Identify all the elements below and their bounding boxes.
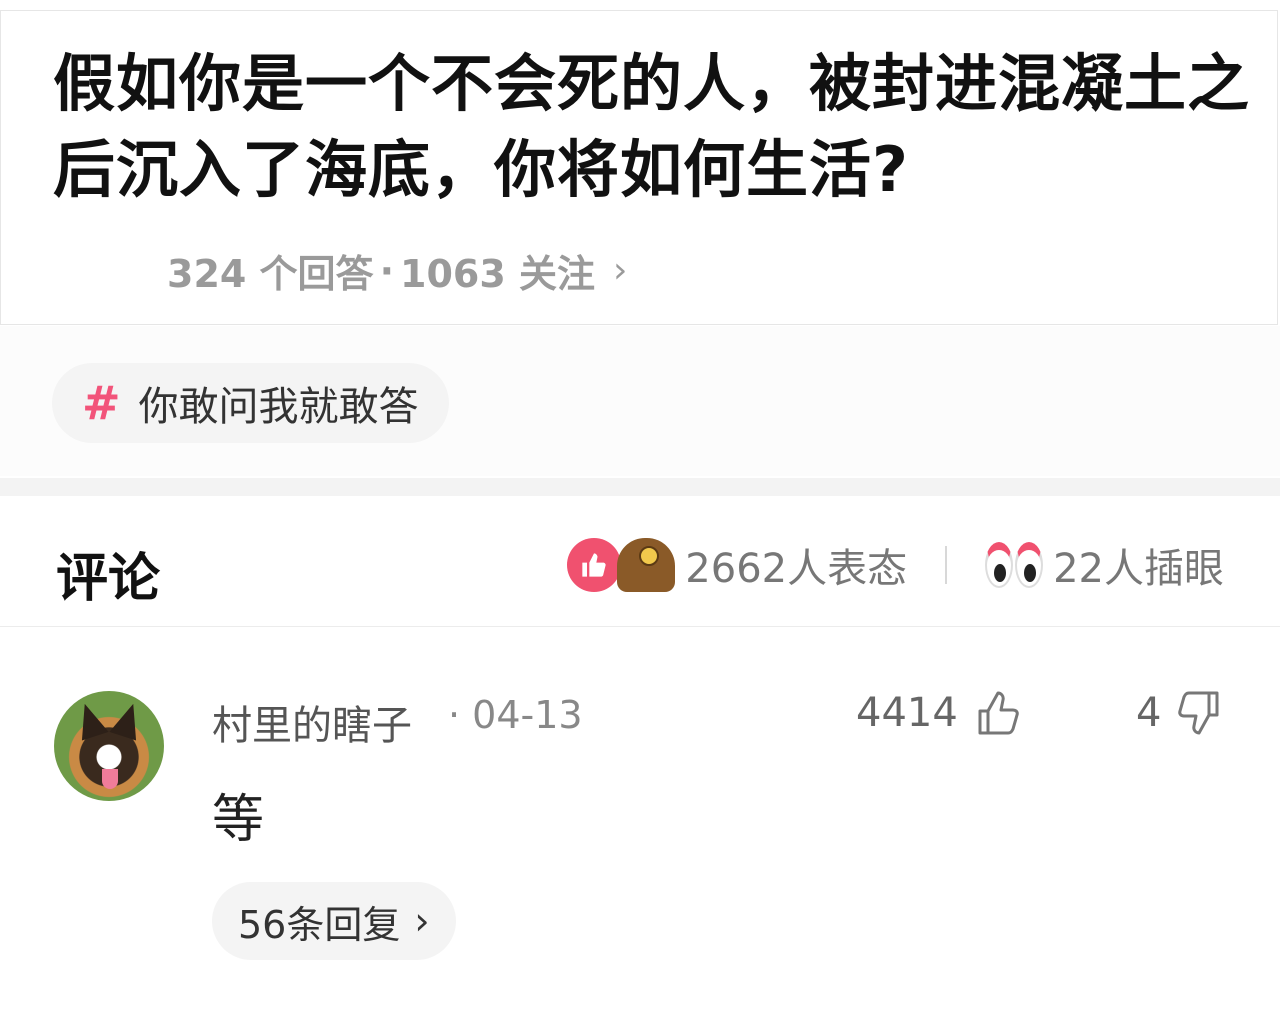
question-card: 假如你是一个不会死的人，被封进混凝土之后沉入了海底，你将如何生活? 324 个回… <box>0 10 1278 325</box>
section-divider <box>0 478 1280 496</box>
thumbs-down-outline-icon <box>1178 691 1219 735</box>
topic-label: 你敢问我就敢答 <box>138 384 419 430</box>
eye-right-icon <box>1015 542 1044 588</box>
comment-item: 村里的瞎子 · 04-13 4414 4 等 56条回复 › <box>0 627 1280 1010</box>
avatar-ear-left <box>71 699 109 741</box>
topic-tag[interactable]: # 你敢问我就敢答 <box>52 363 449 443</box>
thumbs-up-outline-icon <box>978 691 1019 735</box>
meta-dot: · <box>379 248 394 293</box>
replies-button[interactable]: 56条回复 › <box>212 882 456 960</box>
avatar[interactable] <box>54 691 164 801</box>
thumbs-up-icon <box>567 538 622 592</box>
peek-count: 22人插眼 <box>1053 546 1224 592</box>
chevron-right-icon: › <box>613 250 628 291</box>
question-meta[interactable]: 324 个回答 · 1063 关注 › <box>167 243 627 298</box>
comment-text: 等 <box>212 790 265 850</box>
dislike-count: 4 <box>1136 690 1162 736</box>
chevron-right-icon: › <box>414 899 430 943</box>
eye-left-icon <box>985 542 1014 588</box>
topic-area: # 你敢问我就敢答 <box>0 326 1280 476</box>
avatar-tongue <box>102 769 118 789</box>
follow-count: 1063 关注 <box>400 252 595 296</box>
reaction-count: 2662人表态 <box>685 546 908 592</box>
comments-header: 评论 2662人表态 22人插眼 <box>0 496 1280 627</box>
eyes-icon <box>985 542 1044 588</box>
comment-username[interactable]: 村里的瞎子 <box>212 693 412 751</box>
reactions-summary[interactable]: 2662人表态 22人插眼 <box>567 536 1224 594</box>
question-title: 假如你是一个不会死的人，被封进混凝土之后沉入了海底，你将如何生活? <box>53 47 1251 206</box>
like-button[interactable]: 4414 <box>856 689 1022 737</box>
answers-count: 324 个回答 <box>167 252 374 296</box>
comment-date: · 04-13 <box>448 693 583 737</box>
comments-title: 评论 <box>56 549 161 609</box>
divider <box>945 546 948 584</box>
dislike-button[interactable]: 4 <box>1136 689 1223 737</box>
like-count: 4414 <box>856 690 958 736</box>
mud-emoji-icon <box>617 538 676 592</box>
avatar-ear-right <box>109 699 147 741</box>
hashtag-icon: # <box>82 376 121 430</box>
replies-label: 56条回复 <box>238 902 401 947</box>
